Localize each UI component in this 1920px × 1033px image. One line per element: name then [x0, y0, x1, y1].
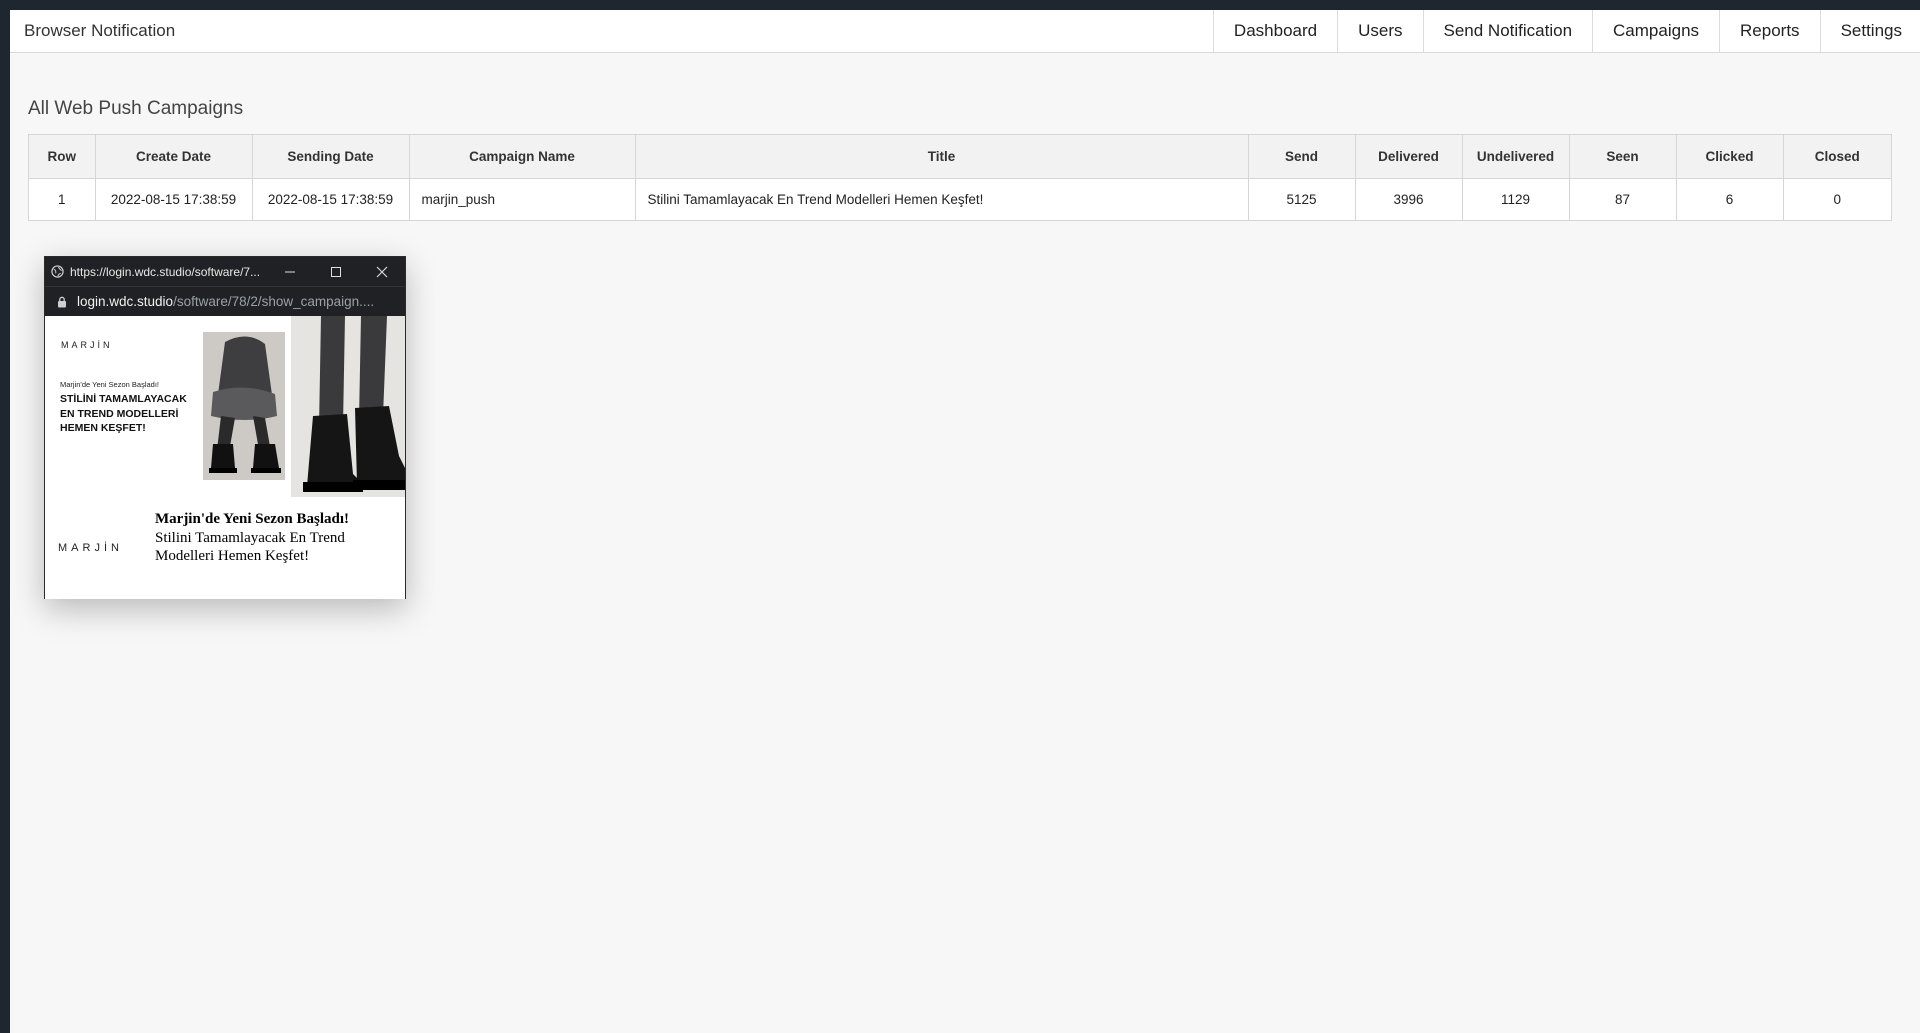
cell-clicked: 6 [1676, 178, 1784, 220]
nav-reports[interactable]: Reports [1719, 10, 1820, 52]
globe-icon [51, 265, 64, 278]
nav-settings[interactable]: Settings [1819, 10, 1920, 52]
close-icon [376, 266, 388, 277]
app-window: Browser Notification Dashboard Users Sen… [10, 10, 1920, 1033]
col-header-sending-date[interactable]: Sending Date [252, 135, 410, 179]
nav-campaigns[interactable]: Campaigns [1592, 10, 1719, 52]
col-header-clicked[interactable]: Clicked [1676, 135, 1784, 179]
model-photo-boots [291, 316, 405, 497]
col-header-title[interactable]: Title [635, 135, 1249, 179]
cell-undelivered: 1129 [1462, 178, 1570, 220]
col-header-closed[interactable]: Closed [1783, 135, 1891, 179]
col-header-delivered[interactable]: Delivered [1355, 135, 1463, 179]
cell-title: Stilini Tamamlayacak En Trend Modelleri … [635, 178, 1249, 220]
minimize-icon [285, 271, 295, 272]
nav-menu: Dashboard Users Send Notification Campai… [1212, 10, 1920, 52]
top-navbar: Browser Notification Dashboard Users Sen… [10, 10, 1920, 53]
banner-brand-logo: MARJİN [61, 340, 113, 350]
campaign-preview-popup: https://login.wdc.studio/software/7... l… [44, 256, 406, 599]
col-header-send[interactable]: Send [1248, 135, 1356, 179]
maximize-icon [331, 266, 341, 277]
cell-send: 5125 [1248, 178, 1356, 220]
col-header-row[interactable]: Row [29, 135, 96, 179]
page-title: All Web Push Campaigns [28, 98, 244, 119]
campaign-banner-image: MARJİN Marjin'de Yeni Sezon Başladı! STİ… [45, 316, 405, 497]
notification-preview[interactable]: MARJİN Marjin'de Yeni Sezon Başladı! Sti… [45, 497, 405, 599]
campaigns-table: Row Create Date Sending Date Campaign Na… [28, 134, 1892, 221]
address-host: login.wdc.studio [77, 294, 174, 309]
col-header-undelivered[interactable]: Undelivered [1462, 135, 1570, 179]
cell-campaign-name: marjin_push [409, 178, 636, 220]
maximize-button[interactable] [313, 257, 359, 286]
notification-body: Stilini Tamamlayacak En Trend Modelleri … [155, 530, 345, 564]
col-header-create-date[interactable]: Create Date [95, 135, 253, 179]
minimize-button[interactable] [267, 257, 313, 286]
popup-address-bar[interactable]: login.wdc.studio/software/78/2/show_camp… [45, 286, 405, 316]
popup-titlebar[interactable]: https://login.wdc.studio/software/7... [45, 257, 405, 286]
notification-title: Marjin'de Yeni Sezon Başladı! [155, 511, 350, 527]
table-row[interactable]: 1 2022-08-15 17:38:59 2022-08-15 17:38:5… [29, 178, 1891, 220]
notification-logo: MARJİN [58, 542, 123, 554]
table-header-row: Row Create Date Sending Date Campaign Na… [29, 135, 1891, 179]
col-header-campaign-name[interactable]: Campaign Name [409, 135, 636, 179]
close-button[interactable] [359, 257, 405, 286]
address-path: /software/78/2/show_campaign.... [173, 294, 375, 309]
nav-users[interactable]: Users [1337, 10, 1422, 52]
cell-delivered: 3996 [1355, 178, 1463, 220]
cell-create-date: 2022-08-15 17:38:59 [95, 178, 253, 220]
popup-window-title: https://login.wdc.studio/software/7... [70, 264, 261, 279]
lock-icon [58, 296, 66, 307]
cell-sending-date: 2022-08-15 17:38:59 [252, 178, 410, 220]
col-header-seen[interactable]: Seen [1569, 135, 1677, 179]
cell-row: 1 [29, 178, 96, 220]
brand-title[interactable]: Browser Notification [10, 10, 175, 52]
nav-dashboard[interactable]: Dashboard [1212, 10, 1337, 52]
cell-seen: 87 [1569, 178, 1677, 220]
model-photo-seated [203, 332, 285, 480]
cell-closed: 0 [1833, 191, 1841, 207]
nav-send-notification[interactable]: Send Notification [1422, 10, 1593, 52]
banner-headline: STİLİNİ TAMAMLAYACAK EN TREND MODELLERİ … [60, 393, 187, 434]
banner-subtitle: Marjin'de Yeni Sezon Başladı! [60, 380, 159, 389]
